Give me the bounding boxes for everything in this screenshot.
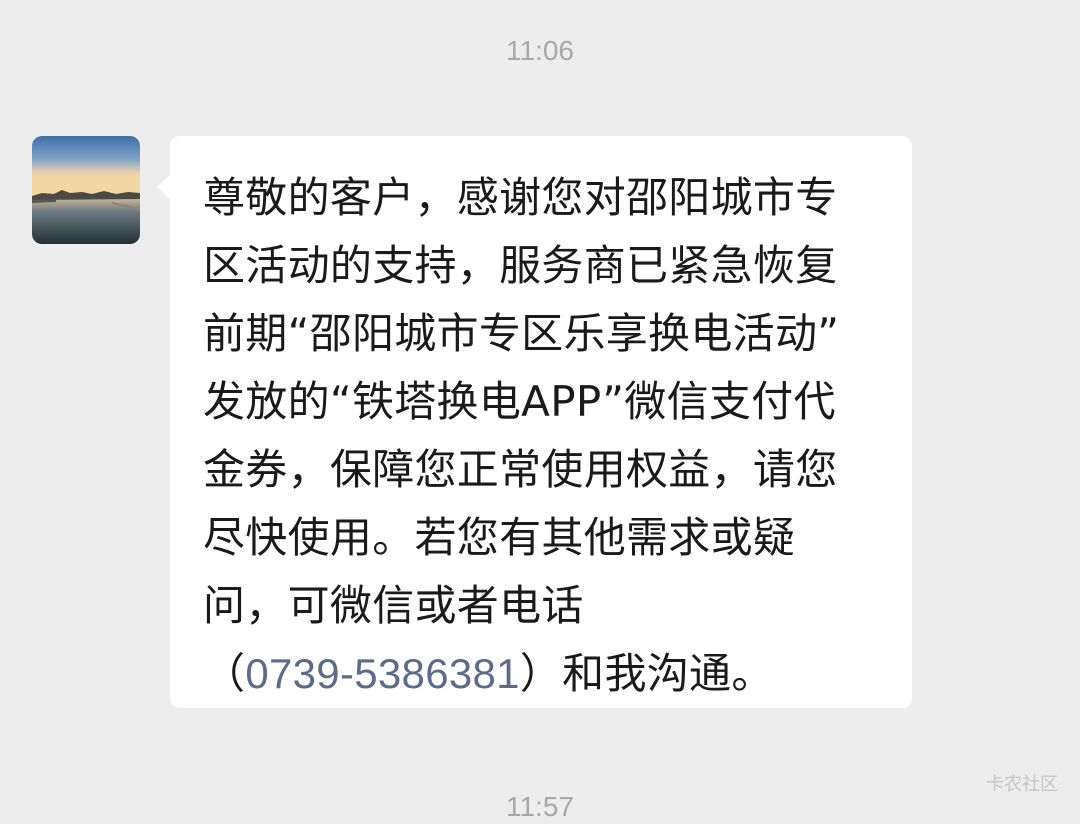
message-line: 金券，保障您正常使用权益，请您 bbox=[203, 445, 838, 494]
watermark: 卡农社区 bbox=[986, 774, 1058, 795]
paren-open: （ bbox=[203, 649, 246, 698]
message-timestamp: 11:57 bbox=[506, 791, 574, 822]
message-line: 区活动的支持，服务商已紧急恢复 bbox=[203, 241, 838, 290]
message-line: 问，可微信或者电话 bbox=[203, 581, 584, 630]
sender-avatar[interactable] bbox=[32, 136, 140, 244]
message-bubble[interactable]: 尊敬的客户，感谢您对邵阳城市专 区活动的支持，服务商已紧急恢复 前期“邵阳城市专… bbox=[157, 136, 912, 708]
message-timestamp: 11:06 bbox=[506, 35, 574, 66]
phone-number-link[interactable]: 0739-5386381 bbox=[245, 650, 520, 697]
lake-sunset-avatar-icon bbox=[32, 136, 140, 244]
message-line-suffix: ）和我沟通。 bbox=[519, 649, 774, 698]
message-line: 前期“邵阳城市专区乐享换电活动” bbox=[203, 309, 840, 358]
message-text: 尊敬的客户，感谢您对邵阳城市专 区活动的支持，服务商已紧急恢复 前期“邵阳城市专… bbox=[203, 164, 893, 708]
message-last-line: （0739-5386381）和我沟通。 bbox=[203, 640, 893, 708]
message-line: 发放的“铁塔换电APP”微信支付代 bbox=[203, 377, 836, 426]
message-line: 尊敬的客户，感谢您对邵阳城市专 bbox=[203, 173, 838, 222]
message-line: 尽快使用。若您有其他需求或疑 bbox=[203, 513, 796, 562]
